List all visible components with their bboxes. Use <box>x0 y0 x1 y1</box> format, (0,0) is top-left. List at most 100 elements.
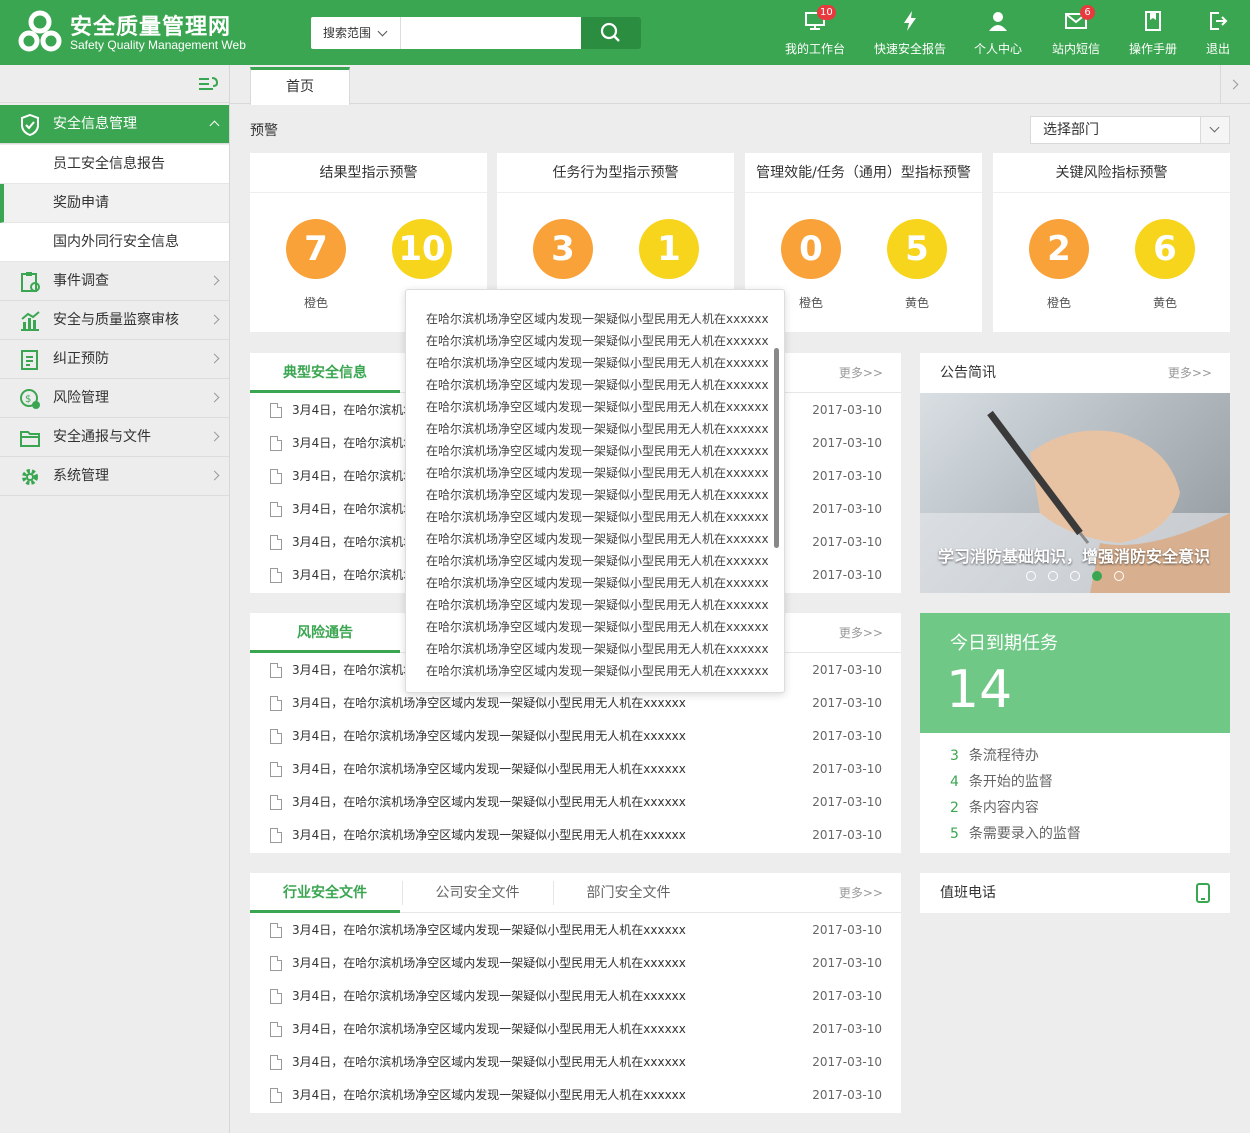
sidebar-toggle[interactable] <box>0 65 229 103</box>
yellow-label: 黄色 <box>904 296 929 310</box>
sidebar-item-correction[interactable]: 纠正预防 <box>0 340 229 379</box>
table-row[interactable]: 3月4日，在哈尔滨机场净空区域内发现一架疑似小型民用无人机在xxxxxx 2017… <box>250 980 901 1013</box>
orange-label: 橙色 <box>1046 296 1071 310</box>
warning-card-key-risk: 关键风险指标预警 2 6 橙色 黄色 <box>993 153 1230 332</box>
task-row[interactable]: 3 条流程待办 <box>950 745 1039 765</box>
due-tasks-count[interactable]: 14 <box>946 661 1012 719</box>
popup-item[interactable]: 在哈尔滨机场净空区域内发现一架疑似小型民用无人机在xxxxxx <box>426 376 769 393</box>
task-row[interactable]: 4 条开始的监督 <box>950 771 1053 791</box>
popup-item[interactable]: 在哈尔滨机场净空区域内发现一架疑似小型民用无人机在xxxxxx <box>426 398 769 415</box>
sidebar-subitem-peer-info[interactable]: 国内外同行安全信息 <box>0 223 229 262</box>
document-icon <box>270 1088 282 1103</box>
nav-profile[interactable]: 个人中心 <box>968 0 1028 65</box>
orange-count[interactable]: 3 <box>533 219 593 279</box>
table-row[interactable]: 3月4日，在哈尔滨机场净空区域内发现一架疑似小型民用无人机在xxxxxx 2017… <box>250 1079 901 1112</box>
duty-phone-panel[interactable]: 值班电话 <box>920 873 1230 913</box>
popup-item[interactable]: 在哈尔滨机场净空区域内发现一架疑似小型民用无人机在xxxxxx <box>426 552 769 569</box>
yellow-count[interactable]: 10 <box>392 219 452 279</box>
more-link[interactable]: 更多>> <box>839 613 883 653</box>
notice-carousel-image[interactable]: 学习消防基础知识，增强消防安全意识 <box>920 393 1230 593</box>
tab-industry-docs[interactable]: 行业安全文件 <box>250 873 400 913</box>
sidebar-item-notices[interactable]: 安全通报与文件 <box>0 418 229 457</box>
popup-item[interactable]: 在哈尔滨机场净空区域内发现一架疑似小型民用无人机在xxxxxx <box>426 574 769 591</box>
documents-panel: 行业安全文件 公司安全文件 部门安全文件 更多>> 3月4日，在哈尔滨机场净空区… <box>250 873 901 1113</box>
popup-scrollbar[interactable] <box>774 348 779 548</box>
nav-quick-report[interactable]: 快速安全报告 <box>870 0 950 65</box>
popup-item[interactable]: 在哈尔滨机场净空区域内发现一架疑似小型民用无人机在xxxxxx <box>426 354 769 371</box>
sidebar-item-audit[interactable]: 安全与质量监察审核 <box>0 301 229 340</box>
popup-item[interactable]: 在哈尔滨机场净空区域内发现一架疑似小型民用无人机在xxxxxx <box>426 618 769 635</box>
more-link[interactable]: 更多>> <box>1168 353 1212 393</box>
tab-home[interactable]: 首页 <box>250 67 350 105</box>
yellow-count[interactable]: 5 <box>887 219 947 279</box>
svg-text:$: $ <box>25 394 31 405</box>
carousel-dot[interactable] <box>1070 571 1080 581</box>
dropdown-button[interactable] <box>1200 117 1229 143</box>
user-icon <box>989 12 1007 31</box>
tab-scroll-right-button[interactable] <box>1220 65 1250 104</box>
table-row[interactable]: 3月4日，在哈尔滨机场净空区域内发现一架疑似小型民用无人机在xxxxxx 2017… <box>250 819 901 852</box>
table-row[interactable]: 3月4日，在哈尔滨机场净空区域内发现一架疑似小型民用无人机在xxxxxx 2017… <box>250 720 901 753</box>
tab-risk-notice[interactable]: 风险通告 <box>250 613 400 653</box>
task-row[interactable]: 5 条需要录入的监督 <box>950 823 1081 843</box>
table-row[interactable]: 3月4日，在哈尔滨机场净空区域内发现一架疑似小型民用无人机在xxxxxx 2017… <box>250 914 901 947</box>
row-title: 3月4日，在哈尔滨机场净空区域内发现一架疑似小型民用无人机在xxxxxx <box>292 795 686 809</box>
table-row[interactable]: 3月4日，在哈尔滨机场净空区域内发现一架疑似小型民用无人机在xxxxxx 2017… <box>250 786 901 819</box>
nav-workbench[interactable]: 10 我的工作台 <box>780 0 850 65</box>
popup-item[interactable]: 在哈尔滨机场净空区域内发现一架疑似小型民用无人机在xxxxxx <box>426 640 769 657</box>
table-row[interactable]: 3月4日，在哈尔滨机场净空区域内发现一架疑似小型民用无人机在xxxxxx 2017… <box>250 1013 901 1046</box>
popup-item[interactable]: 在哈尔滨机场净空区域内发现一架疑似小型民用无人机在xxxxxx <box>426 332 769 349</box>
tab-department-docs[interactable]: 部门安全文件 <box>553 881 703 905</box>
popup-item[interactable]: 在哈尔滨机场净空区域内发现一架疑似小型民用无人机在xxxxxx <box>426 508 769 525</box>
popup-item[interactable]: 在哈尔滨机场净空区域内发现一架疑似小型民用无人机在xxxxxx <box>426 420 769 437</box>
popup-item[interactable]: 在哈尔滨机场净空区域内发现一架疑似小型民用无人机在xxxxxx <box>426 464 769 481</box>
chevron-right-icon <box>209 275 220 286</box>
carousel-dot[interactable] <box>1114 571 1124 581</box>
search-input[interactable] <box>402 17 581 49</box>
popup-item[interactable]: 在哈尔滨机场净空区域内发现一架疑似小型民用无人机在xxxxxx <box>426 662 769 679</box>
sidebar-subitem-reward[interactable]: 奖励申请 <box>0 184 229 223</box>
more-link[interactable]: 更多>> <box>839 353 883 393</box>
nav-label: 操作手册 <box>1128 42 1177 56</box>
logo-icon[interactable] <box>18 10 62 54</box>
tab-company-docs[interactable]: 公司安全文件 <box>402 881 552 905</box>
carousel-dot[interactable] <box>1048 571 1058 581</box>
orange-count[interactable]: 7 <box>286 219 346 279</box>
sidebar-item-safety-info[interactable]: 安全信息管理 <box>0 105 229 144</box>
sidebar-item-risk[interactable]: $ 风险管理 <box>0 379 229 418</box>
carousel-dot-active[interactable] <box>1092 571 1102 581</box>
search-scope-select[interactable]: 搜索范围 <box>311 17 401 49</box>
task-count: 2 <box>950 800 959 816</box>
popup-item[interactable]: 在哈尔滨机场净空区域内发现一架疑似小型民用无人机在xxxxxx <box>426 596 769 613</box>
popup-item[interactable]: 在哈尔滨机场净空区域内发现一架疑似小型民用无人机在xxxxxx <box>426 486 769 503</box>
row-date: 2017-03-10 <box>812 729 882 743</box>
collapse-menu-icon <box>199 77 218 90</box>
popup-item[interactable]: 在哈尔滨机场净空区域内发现一架疑似小型民用无人机在xxxxxx <box>426 310 769 327</box>
popup-item[interactable]: 在哈尔滨机场净空区域内发现一架疑似小型民用无人机在xxxxxx <box>426 442 769 459</box>
nav-logout[interactable]: 退出 <box>1198 0 1238 65</box>
sidebar-item-investigation[interactable]: 事件调查 <box>0 262 229 301</box>
sidebar-subitem-employee-report[interactable]: 员工安全信息报告 <box>0 145 229 184</box>
nav-manual[interactable]: 操作手册 <box>1123 0 1183 65</box>
table-row[interactable]: 3月4日，在哈尔滨机场净空区域内发现一架疑似小型民用无人机在xxxxxx 2017… <box>250 947 901 980</box>
search-button[interactable] <box>581 17 641 49</box>
orange-count[interactable]: 0 <box>781 219 841 279</box>
more-link[interactable]: 更多>> <box>839 873 883 913</box>
carousel-dot[interactable] <box>1026 571 1036 581</box>
department-select[interactable]: 选择部门 <box>1030 116 1230 144</box>
task-row[interactable]: 2 条内容内容 <box>950 797 1039 817</box>
duty-phone-title: 值班电话 <box>940 885 996 901</box>
table-row[interactable]: 3月4日，在哈尔滨机场净空区域内发现一架疑似小型民用无人机在xxxxxx 2017… <box>250 753 901 786</box>
orange-count[interactable]: 2 <box>1029 219 1089 279</box>
sidebar-item-system[interactable]: 系统管理 <box>0 457 229 496</box>
yellow-count[interactable]: 1 <box>639 219 699 279</box>
yellow-count[interactable]: 6 <box>1135 219 1195 279</box>
table-row[interactable]: 3月4日，在哈尔滨机场净空区域内发现一架疑似小型民用无人机在xxxxxx 2017… <box>250 1046 901 1079</box>
task-label: 条开始的监督 <box>968 774 1053 790</box>
tab-typical-safety[interactable]: 典型安全信息 <box>250 353 400 393</box>
popup-item[interactable]: 在哈尔滨机场净空区域内发现一架疑似小型民用无人机在xxxxxx <box>426 530 769 547</box>
checklist-icon <box>21 350 38 370</box>
nav-label: 站内短信 <box>1051 42 1100 56</box>
row-title: 3月4日，在哈尔滨机场净空区域内发现一架疑似小型民用无人机在xxxxxx <box>292 828 686 842</box>
nav-messages[interactable]: 6 站内短信 <box>1046 0 1106 65</box>
